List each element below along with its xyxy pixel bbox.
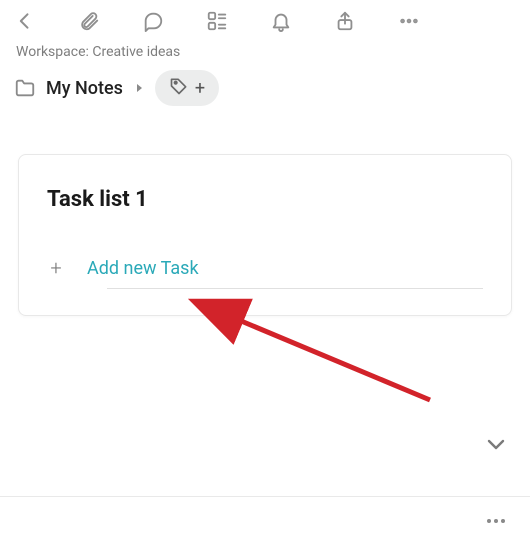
back-button[interactable] — [12, 8, 38, 34]
add-task-label: Add new Task — [87, 258, 483, 279]
add-tag-button[interactable]: + — [155, 70, 219, 106]
folder-icon — [14, 77, 36, 99]
workspace-label: Workspace: Creative ideas — [0, 38, 530, 66]
tasklist-card: Task list 1 + Add new Task — [18, 154, 512, 316]
notification-bell-icon[interactable] — [268, 8, 294, 34]
more-icon[interactable] — [396, 8, 422, 34]
add-tag-plus: + — [195, 78, 205, 99]
note-title[interactable]: My Notes — [46, 78, 123, 99]
plus-icon: + — [47, 256, 65, 280]
attach-icon[interactable] — [76, 8, 102, 34]
footer-bar — [0, 496, 530, 548]
divider — [107, 288, 483, 289]
breadcrumb: My Notes + — [0, 66, 530, 124]
share-icon[interactable] — [332, 8, 358, 34]
blocks-icon[interactable] — [204, 8, 230, 34]
tag-icon — [169, 76, 189, 100]
footer-more-icon[interactable] — [484, 509, 508, 537]
breadcrumb-chevron-icon[interactable] — [133, 82, 145, 94]
collapse-chevron-icon[interactable] — [484, 432, 508, 460]
add-task-button[interactable]: + Add new Task — [47, 256, 483, 288]
tasklist-title[interactable]: Task list 1 — [47, 187, 483, 212]
comment-icon[interactable] — [140, 8, 166, 34]
